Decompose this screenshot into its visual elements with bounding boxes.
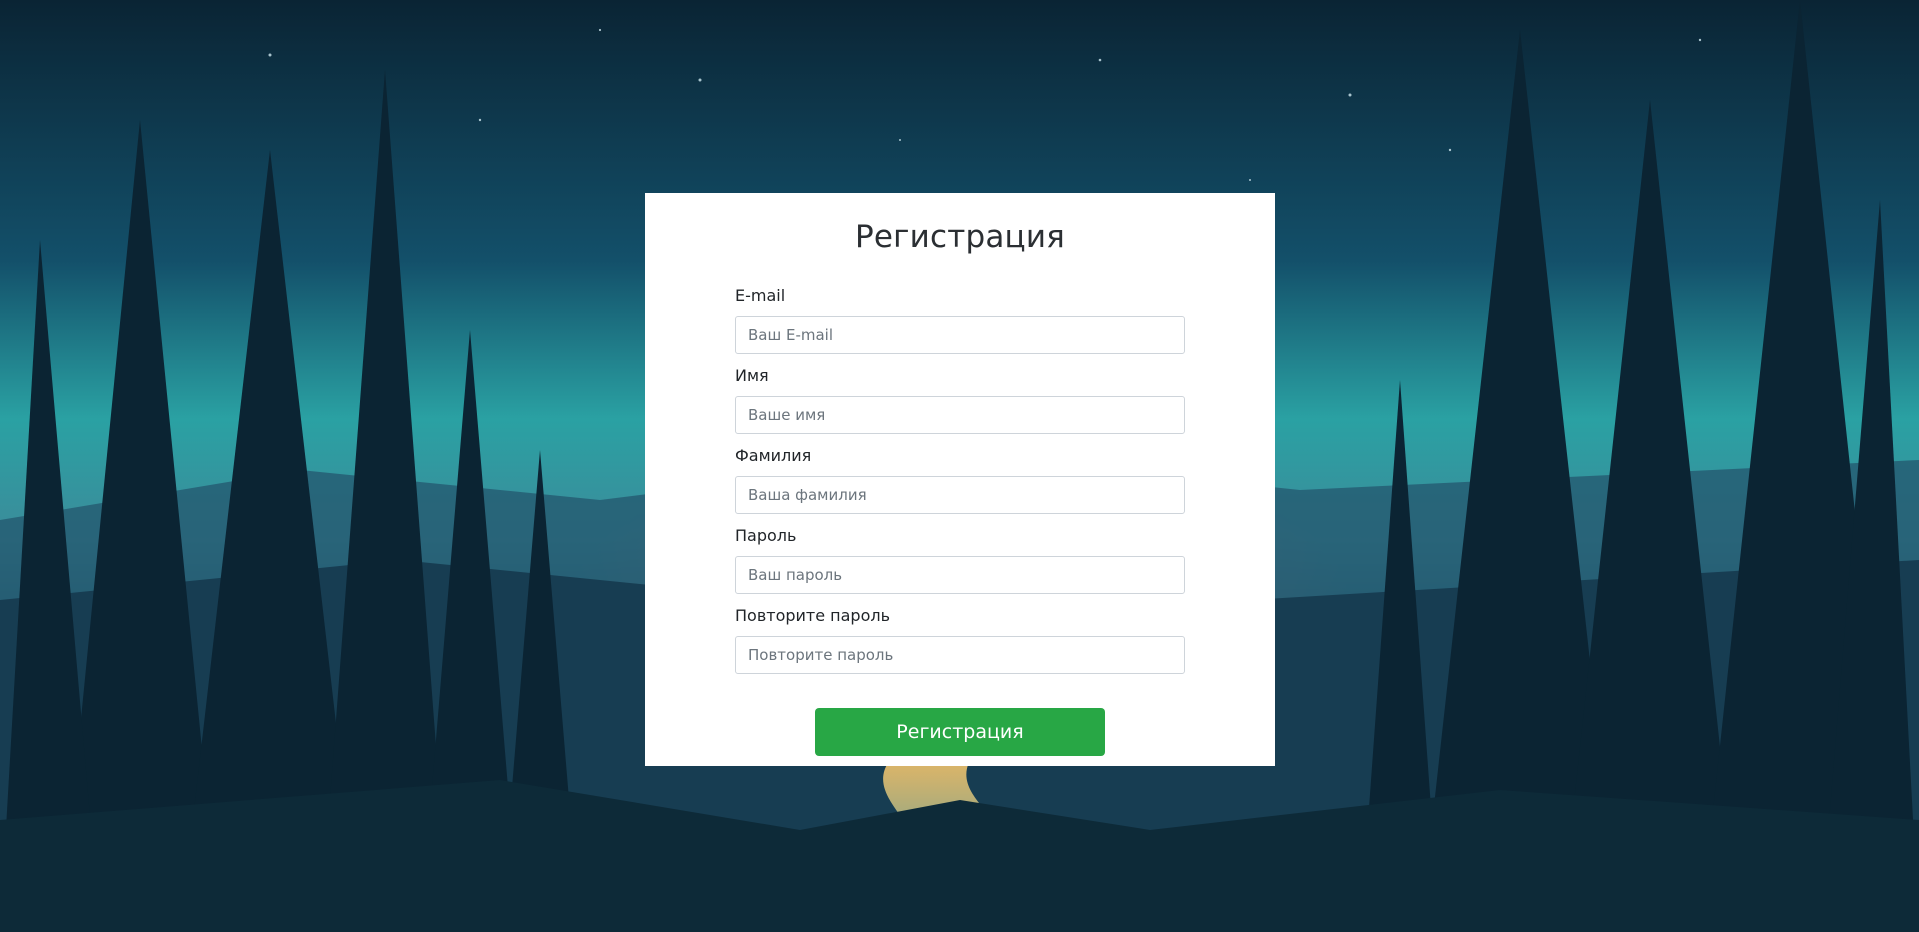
email-field[interactable] <box>735 316 1185 354</box>
first-name-field[interactable] <box>735 396 1185 434</box>
registration-card: Регистрация E-mail Имя Фамилия Пароль По… <box>645 193 1275 766</box>
page-title: Регистрация <box>854 219 1066 255</box>
repeat-password-label: Повторите пароль <box>735 606 891 625</box>
last-name-field[interactable] <box>735 476 1185 514</box>
repeat-password-field[interactable] <box>735 636 1185 674</box>
password-label: Пароль <box>735 526 797 545</box>
password-field[interactable] <box>735 556 1185 594</box>
register-button[interactable]: Регистрация <box>815 708 1105 756</box>
last-name-label: Фамилия <box>735 446 812 465</box>
first-name-label: Имя <box>735 366 769 385</box>
email-label: E-mail <box>735 286 786 305</box>
